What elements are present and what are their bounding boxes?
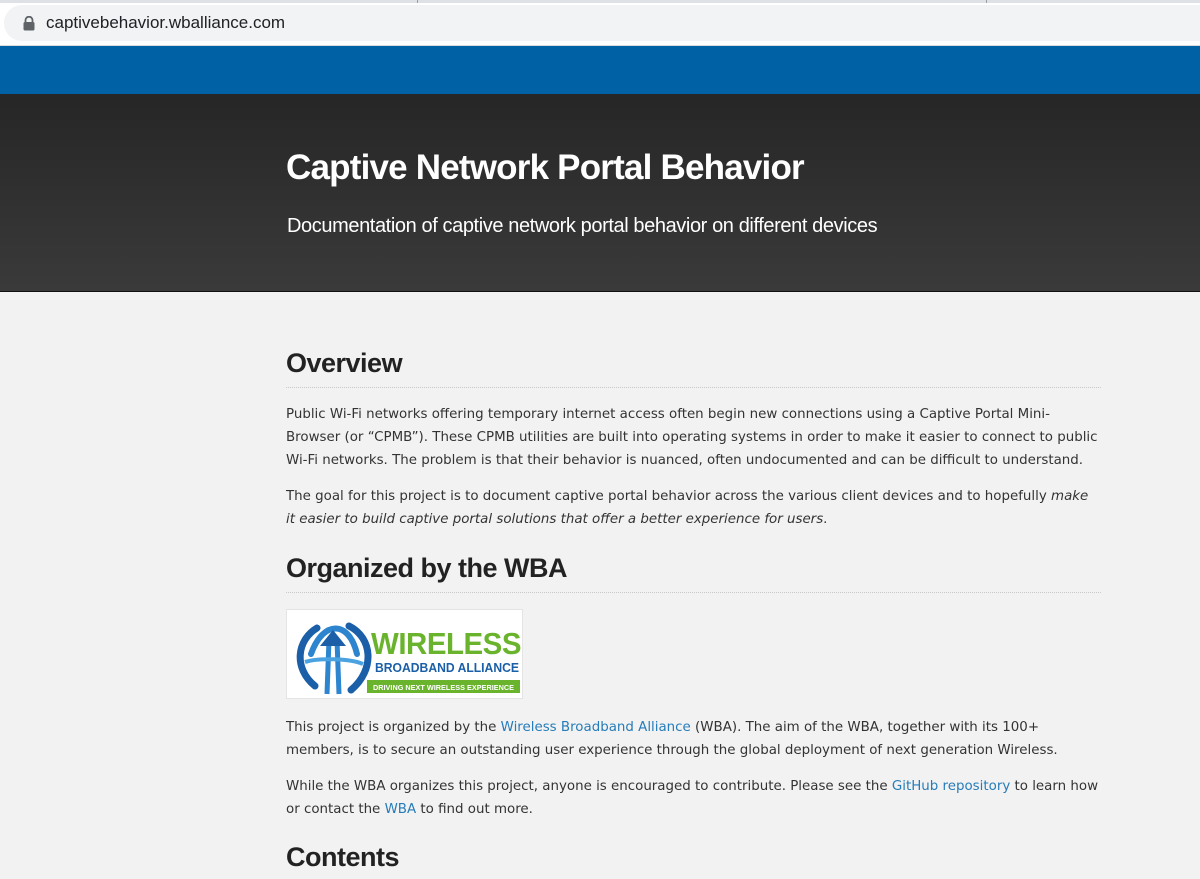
- tab-divider: [417, 0, 418, 3]
- organized-heading: Organized by the WBA: [286, 553, 1101, 593]
- wba-logo-tagline: DRIVING NEXT WIRELESS EXPERIENCE: [373, 683, 514, 692]
- wba-swirl-icon: [296, 622, 372, 695]
- tab-strip: [0, 0, 1200, 3]
- organized-paragraph: This project is organized by the Wireles…: [286, 716, 1101, 762]
- address-bar[interactable]: captivebehavior.wballiance.com: [4, 5, 1200, 41]
- lock-icon[interactable]: [18, 12, 40, 34]
- org-text-start: This project is organized by the: [286, 720, 501, 735]
- wba-logo-line1: WIRELESS: [371, 626, 521, 661]
- overview-intro-paragraph: Public Wi-Fi networks offering temporary…: [286, 407, 1098, 468]
- goal-text: The goal for this project is to document…: [286, 489, 1052, 504]
- wba-logo-line2: BROADBAND ALLIANCE: [375, 660, 519, 675]
- url-text[interactable]: captivebehavior.wballiance.com: [46, 13, 285, 33]
- tab-divider: [986, 0, 987, 3]
- contrib-text-end: to find out more.: [416, 802, 533, 817]
- contents-heading: Contents: [286, 842, 1101, 879]
- contrib-text-start: While the WBA organizes this project, an…: [286, 779, 892, 794]
- wba-contact-link[interactable]: WBA: [385, 802, 417, 817]
- goal-end: .: [823, 512, 828, 527]
- page-title: Captive Network Portal Behavior: [286, 148, 805, 187]
- site-top-bar: [0, 46, 1200, 94]
- page-subtitle: Documentation of captive network portal …: [287, 215, 878, 237]
- github-repository-link[interactable]: GitHub repository: [892, 779, 1010, 794]
- overview-goal-paragraph: The goal for this project is to document…: [286, 485, 1101, 531]
- browser-toolbar: captivebehavior.wballiance.com: [0, 0, 1200, 46]
- page-header: Captive Network Portal Behavior Document…: [0, 94, 1200, 292]
- contribute-paragraph: While the WBA organizes this project, an…: [286, 775, 1101, 821]
- wba-link[interactable]: Wireless Broadband Alliance: [501, 720, 691, 735]
- wba-logo: WIRELESS BROADBAND ALLIANCE DRIVING NEXT…: [286, 609, 523, 699]
- overview-heading: Overview: [286, 348, 1101, 388]
